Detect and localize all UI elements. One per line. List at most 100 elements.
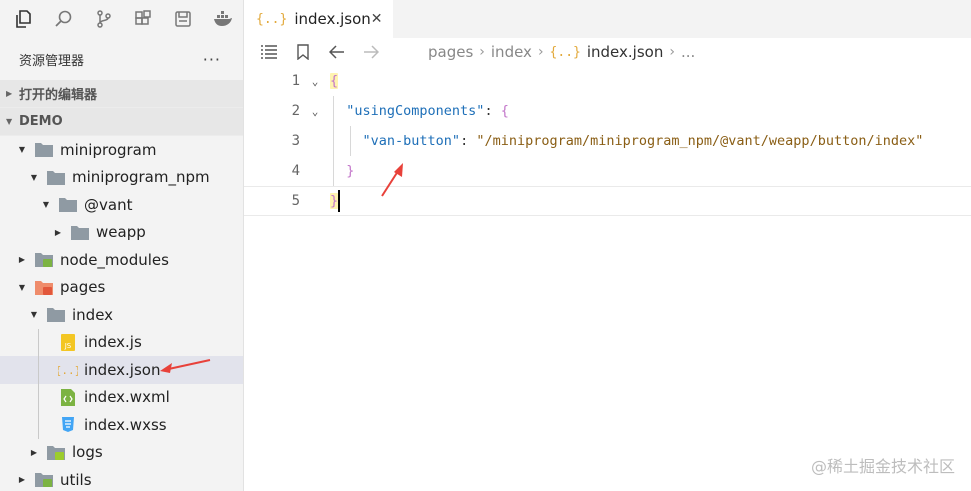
explorer-title: 资源管理器 [19, 53, 85, 69]
indent-guide [38, 328, 39, 356]
tree-item[interactable]: JS index.js [0, 328, 243, 356]
json-file-icon: {..} [549, 44, 581, 60]
project-section[interactable]: ▼ DEMO [0, 108, 243, 136]
svg-text:{..}: {..} [58, 364, 78, 377]
folder-icon [70, 224, 90, 241]
open-editors-section[interactable]: ▶ 打开的编辑器 [0, 80, 243, 108]
chevron-down-icon: ▼ [30, 172, 38, 182]
indent-guide [333, 156, 334, 186]
tree-item[interactable]: {..} index.json [0, 356, 243, 384]
chevron-right-icon: › [669, 44, 675, 60]
node-folder-icon [34, 251, 54, 268]
folder-icon [46, 306, 66, 323]
tree-item[interactable]: ▼ miniprogram [0, 136, 243, 164]
explorer-header: 资源管理器 ··· [0, 38, 243, 80]
tree-item[interactable]: ▶ utils [0, 466, 243, 491]
chevron-right-icon: › [479, 44, 485, 60]
chevron-down-icon: ▼ [30, 310, 38, 320]
line-number: 1 [291, 73, 300, 89]
tree-item[interactable]: ▶ logs [0, 439, 243, 467]
folder-icon [46, 169, 66, 186]
indent-guide [333, 126, 334, 156]
tree-item-label: miniprogram_npm [72, 168, 210, 187]
code-token: { [330, 73, 339, 89]
chevron-down-icon[interactable]: ⌄ [300, 105, 330, 118]
code-text: { [330, 73, 339, 89]
indent-guide [38, 411, 39, 439]
tree-item[interactable]: ▼ @vant [0, 191, 243, 219]
tree-item[interactable]: index.wxss [0, 411, 243, 439]
storage-icon[interactable] [163, 0, 203, 38]
search-icon[interactable] [44, 0, 84, 38]
code-token: : [484, 103, 501, 119]
open-editors-label: 打开的编辑器 [19, 88, 98, 103]
folder-icon [58, 196, 78, 213]
tree-item[interactable]: ▶ weapp [0, 219, 243, 247]
code-text: "van-button": "/miniprogram/miniprogram_… [330, 133, 924, 149]
tree-item[interactable]: ▶ node_modules [0, 246, 243, 274]
code-token: "van-button" [362, 133, 461, 149]
code-editor[interactable]: 1 ⌄{2 ⌄ "usingComponents": {3 "van-button"… [244, 66, 971, 216]
tree-item-label: @vant [84, 195, 133, 214]
editor-area: {..} index.json ✕ pages › index › {..} i… [244, 0, 971, 491]
code-line[interactable]: 1 ⌄{ [244, 66, 971, 96]
code-line[interactable]: 2 ⌄ "usingComponents": { [244, 96, 971, 126]
tree-item[interactable]: ▼ miniprogram_npm [0, 164, 243, 192]
tree-item-label: weapp [96, 223, 146, 242]
code-token: { [500, 103, 509, 119]
logs-folder-icon [46, 444, 66, 461]
tab-index-json[interactable]: {..} index.json ✕ [244, 0, 393, 38]
back-arrow-icon[interactable] [320, 45, 354, 59]
tree-item[interactable]: ▼ pages [0, 274, 243, 302]
chevron-right-icon: ▶ [18, 255, 26, 265]
tree-item-label: utils [60, 470, 92, 489]
json-file-icon: {..} [256, 11, 288, 27]
line-number: 2 [291, 103, 300, 119]
breadcrumb-item[interactable]: index [491, 43, 532, 61]
breadcrumb-item[interactable]: pages [428, 43, 473, 61]
tab-bar: {..} index.json ✕ [244, 0, 971, 38]
breadcrumb-item[interactable]: index.json [587, 43, 663, 61]
code-line[interactable]: 4 } [244, 156, 971, 186]
docker-icon[interactable] [203, 0, 243, 38]
more-actions-button[interactable]: ··· [203, 50, 221, 69]
js-file-icon: JS [58, 333, 78, 351]
code-token: } [330, 193, 339, 209]
chevron-down-icon: ▼ [42, 200, 50, 210]
tree-item-label: miniprogram [60, 140, 157, 159]
list-icon[interactable] [252, 45, 286, 59]
tree-item[interactable]: index.wxml [0, 383, 243, 411]
code-token: } [346, 163, 355, 179]
pages-folder-icon [34, 279, 54, 296]
source-control-icon[interactable] [84, 0, 124, 38]
tree-item-label: index.wxml [84, 388, 170, 407]
indent-guide [333, 96, 334, 126]
wxml-file-icon [58, 388, 78, 406]
wxss-file-icon [58, 416, 78, 433]
code-line[interactable]: 3 "van-button": "/miniprogram/miniprogra… [244, 126, 971, 156]
json-file-icon: {..} [58, 361, 78, 378]
chevron-down-icon[interactable]: ⌄ [300, 75, 330, 88]
bookmark-icon[interactable] [286, 44, 320, 60]
tab-label: index.json [294, 10, 371, 28]
watermark: @稀土掘金技术社区 [810, 457, 955, 476]
extensions-icon[interactable] [123, 0, 163, 38]
breadcrumb-bar: pages › index › {..} index.json › ... [244, 38, 971, 66]
tree-item[interactable]: ▼ index [0, 301, 243, 329]
chevron-right-icon: ▶ [54, 227, 62, 237]
folder-icon [34, 141, 54, 158]
chevron-down-icon: ▼ [18, 145, 26, 155]
indent-guide [38, 383, 39, 411]
file-tree: ▼ miniprogram ▼ miniprogram_npm ▼ @vant ▶ weapp… [0, 136, 243, 491]
code-line[interactable]: 5} [244, 186, 971, 216]
tree-item-label: index [72, 305, 114, 324]
code-text: } [330, 190, 341, 212]
code-text: "usingComponents": { [330, 103, 509, 119]
code-token: "usingComponents" [346, 103, 485, 119]
chevron-right-icon: ▶ [30, 447, 38, 457]
breadcrumb-item[interactable]: ... [681, 43, 695, 61]
explorer-icon[interactable] [4, 0, 44, 38]
forward-arrow-icon[interactable] [354, 45, 388, 59]
close-icon[interactable]: ✕ [371, 11, 383, 27]
tree-item-label: node_modules [60, 250, 169, 269]
